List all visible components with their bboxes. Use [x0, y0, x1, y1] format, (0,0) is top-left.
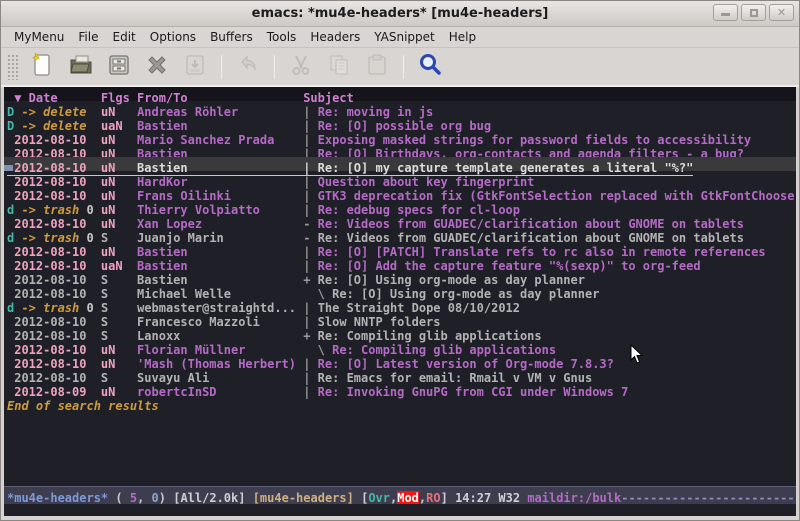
- toolbar-separator: [403, 55, 404, 79]
- search-icon: [417, 52, 443, 82]
- menu-item-tools[interactable]: Tools: [260, 28, 304, 46]
- open-file-button[interactable]: [64, 52, 98, 82]
- message-row[interactable]: 2012-08-10 S Michael Welle \ Re: [O] Usi…: [4, 283, 796, 297]
- menu-item-buffers[interactable]: Buffers: [203, 28, 260, 46]
- message-row[interactable]: d -> trash 0 uN Thierry Volpiatto | Re: …: [4, 199, 796, 213]
- toolbar-grip-handle[interactable]: [7, 54, 18, 80]
- save-buffer-button: [178, 52, 212, 82]
- menu-item-help[interactable]: Help: [442, 28, 483, 46]
- close-button[interactable]: ✕: [769, 4, 794, 21]
- copy-button: [322, 52, 356, 82]
- menu-item-edit[interactable]: Edit: [106, 28, 143, 46]
- paste-icon: [364, 52, 390, 82]
- menu-item-file[interactable]: File: [71, 28, 105, 46]
- close-icon: ✕: [770, 6, 793, 19]
- message-row[interactable]: D -> delete uN Andreas Röhler | Re: movi…: [4, 101, 796, 115]
- emacs-window: emacs: *mu4e-headers* [mu4e-headers] ✕ M…: [0, 0, 800, 521]
- toolbar-separator: [274, 55, 275, 79]
- message-row[interactable]: 2012-08-10 S Suvayu Ali | Re: Emacs for …: [4, 367, 796, 381]
- paste-button: [360, 52, 394, 82]
- copy-icon: [326, 52, 352, 82]
- message-row[interactable]: 2012-08-10 uN Mario Sanchez Prada | Expo…: [4, 129, 796, 143]
- open-file-icon: [68, 52, 94, 82]
- search-button[interactable]: [413, 52, 447, 82]
- undo-icon: [235, 52, 261, 82]
- message-row[interactable]: 2012-08-10 uN 'Mash (Thomas Herbert) | R…: [4, 353, 796, 367]
- window-controls: ✕: [713, 4, 794, 21]
- message-row[interactable]: 2012-08-10 S Lanoxx + Re: Compiling glib…: [4, 325, 796, 339]
- message-row[interactable]: 2012-08-10 uN Florian Müllner \ Re: Comp…: [4, 339, 796, 353]
- message-row[interactable]: 2012-08-10 uN Xan Lopez - Re: Videos fro…: [4, 213, 796, 227]
- echo-area[interactable]: [4, 504, 796, 516]
- menu-item-yasnippet[interactable]: YASnippet: [367, 28, 442, 46]
- tool-bar: [1, 48, 799, 87]
- menu-item-mymenu[interactable]: MyMenu: [7, 28, 71, 46]
- minimize-icon: [721, 13, 730, 16]
- cut-button: [284, 52, 318, 82]
- message-row[interactable]: d -> trash 0 S Juanjo Marin - Re: Videos…: [4, 227, 796, 241]
- message-row[interactable]: 2012-08-10 uN HardKor | Question about k…: [4, 171, 796, 185]
- new-file-button[interactable]: [26, 52, 60, 82]
- window-title: emacs: *mu4e-headers* [mu4e-headers]: [252, 6, 549, 21]
- close-buffer-icon: [144, 52, 170, 82]
- title-bar[interactable]: emacs: *mu4e-headers* [mu4e-headers] ✕: [1, 1, 799, 27]
- message-row[interactable]: 2012-08-10 uN Frans Oilinki | GTK3 depre…: [4, 185, 796, 199]
- menu-item-headers[interactable]: Headers: [303, 28, 367, 46]
- message-row[interactable]: 2012-08-10 uaN Bastien | Re: [O] Add the…: [4, 255, 796, 269]
- save-buffer-icon: [182, 52, 208, 82]
- message-row-current[interactable]: 2012-08-10 uN Bastien | Re: [O] my captu…: [4, 157, 796, 171]
- maximize-icon: [750, 9, 758, 17]
- end-of-results: End of search results: [4, 395, 796, 409]
- message-row[interactable]: 2012-08-10 S Francesco Mazzoli | Slow NN…: [4, 311, 796, 325]
- undo-button: [231, 52, 265, 82]
- message-row[interactable]: 2012-08-10 S Bastien + Re: [O] Using org…: [4, 269, 796, 283]
- message-row[interactable]: 2012-08-09 uN robertcInSD | Re: Invoking…: [4, 381, 796, 395]
- close-buffer-button[interactable]: [140, 52, 174, 82]
- menu-bar: MyMenuFileEditOptionsBuffersToolsHeaders…: [1, 27, 799, 48]
- message-row[interactable]: 2012-08-10 uN Bastien | Re: [O] Birthday…: [4, 143, 796, 157]
- mode-line: *mu4e-headers* ( 5, 0) [All/2.0k] [mu4e-…: [4, 486, 796, 504]
- message-row[interactable]: d -> trash 0 S webmaster@straightd... | …: [4, 297, 796, 311]
- message-row[interactable]: 2012-08-10 uN Bastien | Re: [O] [PATCH] …: [4, 241, 796, 255]
- new-file-icon: [30, 52, 56, 82]
- minimize-button[interactable]: [713, 4, 738, 21]
- message-list: D -> delete uN Andreas Röhler | Re: movi…: [4, 101, 796, 395]
- mouse-cursor: [630, 344, 644, 365]
- mu4e-headers-buffer[interactable]: ▼ Date Flgs From/To Subject D -> delete …: [4, 87, 796, 486]
- header-line: ▼ Date Flgs From/To Subject: [4, 87, 796, 101]
- window-frame-bottom: [1, 516, 799, 520]
- dired-button[interactable]: [102, 52, 136, 82]
- menu-item-options[interactable]: Options: [143, 28, 203, 46]
- message-row[interactable]: D -> delete uaN Bastien | Re: [O] possib…: [4, 115, 796, 129]
- toolbar-separator: [221, 55, 222, 79]
- cut-icon: [288, 52, 314, 82]
- dired-icon: [106, 52, 132, 82]
- maximize-button[interactable]: [741, 4, 766, 21]
